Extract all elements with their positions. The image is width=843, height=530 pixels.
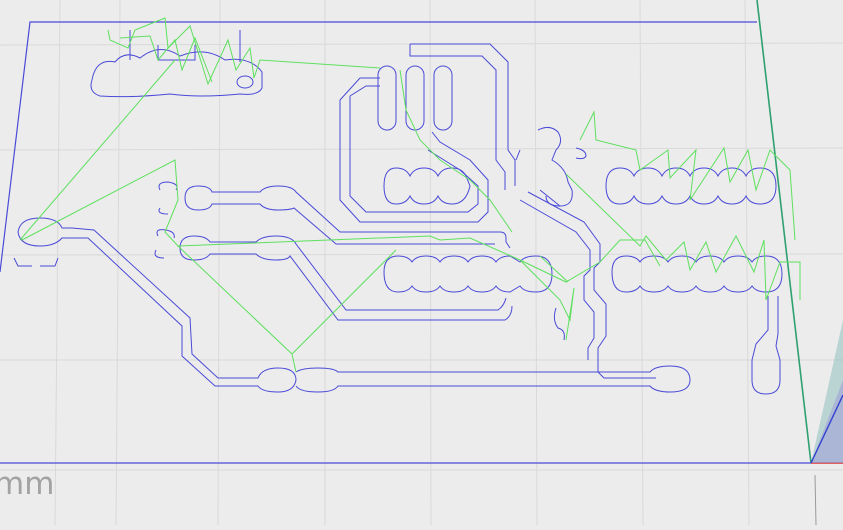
cam-toolpath-viewport[interactable] xyxy=(0,0,843,526)
trace-outlines xyxy=(13,30,783,395)
unit-label: mm xyxy=(0,466,55,502)
ground-grid xyxy=(0,0,843,526)
toolpath-canvas[interactable] xyxy=(0,0,843,526)
